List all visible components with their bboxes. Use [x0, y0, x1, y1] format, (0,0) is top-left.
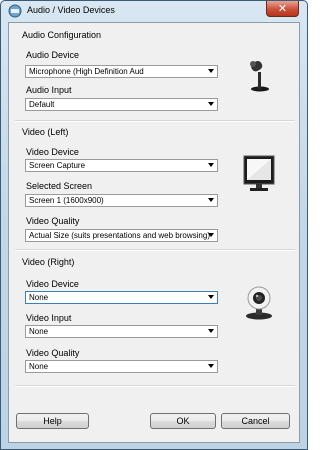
video-right-quality-select[interactable]: None: [25, 360, 218, 373]
ok-button[interactable]: OK: [150, 413, 216, 429]
chevron-down-icon: [208, 233, 214, 237]
chevron-down-icon: [208, 364, 214, 368]
audio-input-label: Audio Input: [26, 85, 72, 95]
title-bar[interactable]: Audio / Video Devices ✕: [1, 1, 307, 21]
video-right-quality-label: Video Quality: [26, 348, 80, 358]
group-title-video-right: Video (Right): [22, 257, 75, 267]
app-icon: [8, 4, 22, 18]
chevron-down-icon: [208, 163, 214, 167]
video-input-label: Video Input: [26, 313, 72, 323]
video-right-device-value: None: [29, 293, 49, 302]
microphone-icon: [250, 60, 269, 92]
window-title: Audio / Video Devices: [27, 5, 115, 15]
chevron-down-icon: [208, 102, 214, 106]
selected-screen-value: Screen 1 (1600x900): [29, 196, 104, 205]
chevron-down-icon: [208, 295, 214, 299]
chevron-down-icon: [208, 198, 214, 202]
audio-device-label: Audio Device: [26, 50, 80, 60]
audio-device-value: Microphone (High Definition Aud: [29, 67, 144, 76]
video-left-quality-select[interactable]: Actual Size (suits presentations and web…: [25, 229, 218, 242]
close-button[interactable]: ✕: [266, 1, 299, 17]
close-icon: ✕: [277, 2, 288, 15]
video-left-quality-label: Video Quality: [26, 216, 80, 226]
dialog-client: Audio Configuration Audio Device Microph…: [8, 22, 300, 443]
video-left-device-select[interactable]: Screen Capture: [25, 159, 218, 172]
audio-input-value: Default: [29, 100, 55, 109]
cancel-button[interactable]: Cancel: [221, 413, 290, 429]
dialog-window: Audio / Video Devices ✕ Audio Configurat…: [0, 0, 308, 450]
webcam-icon: [246, 286, 272, 320]
video-left-quality-value: Actual Size (suits presentations and web…: [29, 231, 210, 240]
video-right-device-label: Video Device: [26, 279, 79, 289]
separator: [15, 385, 295, 387]
selected-screen-select[interactable]: Screen 1 (1600x900): [25, 194, 218, 207]
video-left-device-label: Video Device: [26, 147, 79, 157]
group-title-video-left: Video (Left): [22, 127, 69, 137]
monitor-icon: [243, 155, 275, 191]
separator: [15, 120, 295, 122]
group-title-audio: Audio Configuration: [22, 30, 102, 40]
selected-screen-label: Selected Screen: [26, 181, 93, 191]
video-left-device-value: Screen Capture: [29, 161, 86, 170]
help-button[interactable]: Help: [16, 413, 89, 429]
video-right-device-select[interactable]: None: [25, 291, 218, 304]
video-input-select[interactable]: None: [25, 325, 218, 338]
video-input-value: None: [29, 327, 49, 336]
audio-device-select[interactable]: Microphone (High Definition Aud: [25, 65, 218, 78]
video-right-quality-value: None: [29, 362, 49, 371]
chevron-down-icon: [208, 69, 214, 73]
chevron-down-icon: [208, 329, 214, 333]
separator: [15, 249, 295, 251]
audio-input-select[interactable]: Default: [25, 98, 218, 111]
